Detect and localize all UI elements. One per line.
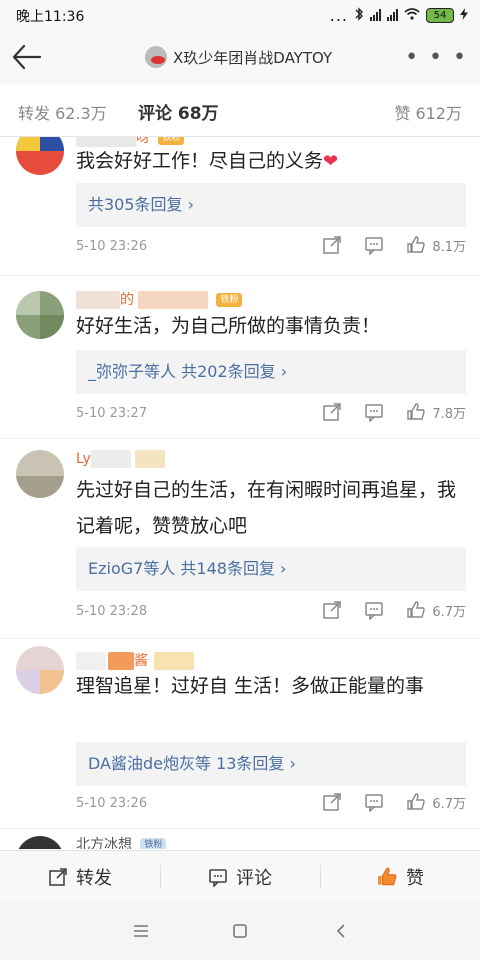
comment-item: 北方冰想 铁粉 bbox=[0, 828, 480, 849]
fan-badge: 铁粉 bbox=[140, 838, 167, 849]
username[interactable]: 的 铁粉 bbox=[76, 289, 243, 309]
timestamp: 5-10 23:27 bbox=[76, 406, 148, 421]
comment-button[interactable]: 评论 bbox=[160, 851, 320, 903]
avatar[interactable] bbox=[16, 291, 64, 339]
like-count: 7.8万 bbox=[432, 406, 466, 422]
comment-list: 呀 铁粉 我会好好工作！尽自己的义务❤ 共305条回复 › 5-10 23:26… bbox=[0, 137, 480, 849]
tab-like[interactable]: 赞 612万 bbox=[394, 100, 462, 124]
system-nav-bar bbox=[0, 902, 480, 960]
status-time: 晚上11:36 bbox=[16, 9, 85, 25]
comment-icon[interactable] bbox=[364, 402, 384, 423]
header-bar: X玖少年团肖战DAYTOY • • • bbox=[0, 30, 480, 84]
repost-button[interactable]: 转发 bbox=[0, 851, 160, 903]
home-icon[interactable] bbox=[227, 918, 253, 944]
timestamp: 5-10 23:26 bbox=[76, 796, 148, 811]
page-title: X玖少年团肖战DAYTOY bbox=[173, 48, 333, 67]
share-icon[interactable] bbox=[322, 792, 342, 812]
comment-actions: 7.8万 bbox=[322, 402, 466, 423]
avatar[interactable] bbox=[16, 646, 64, 694]
reply-summary[interactable]: EzioG7等人 共148条回复 › bbox=[76, 547, 466, 591]
comment-actions: 6.7万 bbox=[322, 792, 466, 813]
header-title-group[interactable]: X玖少年团肖战DAYTOY bbox=[145, 44, 332, 70]
battery-icon: 54 bbox=[426, 7, 454, 23]
thumbs-up-icon bbox=[378, 867, 397, 886]
avatar[interactable] bbox=[16, 836, 64, 849]
wifi-icon bbox=[404, 7, 420, 23]
signal-icon-2 bbox=[387, 9, 398, 21]
comment-item: 的 铁粉 好好生活，为自己所做的事情负责！ _弥弥子等人 共202条回复 › 5… bbox=[0, 275, 480, 439]
comment-text: 我会好好工作！尽自己的义务❤ bbox=[76, 150, 339, 172]
like-count: 6.7万 bbox=[432, 604, 466, 620]
like-label: 赞 bbox=[406, 868, 424, 889]
like-button[interactable]: 赞 bbox=[320, 851, 480, 903]
reply-summary[interactable]: 共305条回复 › bbox=[76, 183, 466, 227]
tab-repost[interactable]: 转发 62.3万 bbox=[18, 100, 107, 124]
back-arrow-icon[interactable] bbox=[10, 42, 42, 72]
comment-label: 评论 bbox=[236, 868, 272, 889]
avatar[interactable] bbox=[16, 450, 64, 498]
like-button[interactable]: 7.8万 bbox=[406, 402, 466, 422]
more-options-icon[interactable]: • • • bbox=[405, 47, 468, 69]
like-button[interactable]: 6.7万 bbox=[406, 600, 466, 620]
bluetooth-icon bbox=[354, 6, 364, 24]
comment-icon[interactable] bbox=[364, 600, 384, 621]
more-dots-icon: ... bbox=[329, 5, 348, 25]
reply-summary[interactable]: _弥弥子等人 共202条回复 › bbox=[76, 350, 466, 394]
stats-tabs: 转发 62.3万 评论 68万 赞 612万 bbox=[0, 84, 480, 137]
comment-icon[interactable] bbox=[364, 235, 384, 256]
timestamp: 5-10 23:26 bbox=[76, 239, 148, 254]
comment-actions: 8.1万 bbox=[322, 235, 466, 256]
charging-icon bbox=[460, 7, 468, 23]
status-icons: ... 54 bbox=[330, 4, 468, 26]
comment-text: 先过好自己的生活，在有闲暇时间再追星，我记着呢，赞赞放心吧 bbox=[76, 479, 457, 537]
signal-icon bbox=[370, 9, 381, 21]
like-button[interactable]: 8.1万 bbox=[406, 235, 466, 255]
comment-item: 呀 铁粉 我会好好工作！尽自己的义务❤ 共305条回复 › 5-10 23:26… bbox=[0, 137, 480, 276]
heart-emoji-icon: ❤ bbox=[323, 151, 339, 172]
comment-icon bbox=[209, 869, 227, 887]
share-icon[interactable] bbox=[322, 402, 342, 422]
username[interactable]: 酱 bbox=[76, 650, 194, 670]
share-icon[interactable] bbox=[322, 235, 342, 255]
repost-label: 转发 bbox=[76, 868, 112, 889]
back-nav-icon[interactable] bbox=[328, 918, 354, 944]
bottom-toolbar: 转发 评论 赞 bbox=[0, 850, 480, 903]
like-count: 6.7万 bbox=[432, 796, 466, 812]
author-avatar bbox=[145, 46, 167, 68]
avatar[interactable] bbox=[16, 137, 64, 175]
reply-summary[interactable]: DA酱油de炮灰等 13条回复 › bbox=[76, 742, 466, 786]
comment-item: 酱 理智追星！过好自 生活！多做正能量的事 DA酱油de炮灰等 13条回复 › … bbox=[0, 638, 480, 829]
like-count: 8.1万 bbox=[432, 239, 466, 255]
comment-icon[interactable] bbox=[364, 792, 384, 813]
comment-text: 理智追星！过好自 生活！多做正能量的事 bbox=[76, 675, 425, 697]
comment-item: Ly 先过好自己的生活，在有闲暇时间再追星，我记着呢，赞赞放心吧 EzioG7等… bbox=[0, 438, 480, 639]
comment-actions: 6.7万 bbox=[322, 600, 466, 621]
username[interactable]: Ly bbox=[76, 450, 165, 468]
comment-text: 好好生活，为自己所做的事情负责！ bbox=[76, 315, 381, 337]
repost-icon bbox=[49, 868, 67, 886]
share-icon[interactable] bbox=[322, 600, 342, 620]
timestamp: 5-10 23:28 bbox=[76, 604, 148, 619]
fan-badge: 铁粉 bbox=[216, 293, 243, 307]
like-button[interactable]: 6.7万 bbox=[406, 792, 466, 812]
menu-icon[interactable] bbox=[128, 918, 154, 944]
tab-comment[interactable]: 评论 68万 bbox=[138, 99, 219, 124]
username[interactable]: 北方冰想 铁粉 bbox=[76, 834, 167, 849]
status-bar: 晚上11:36 ... 54 bbox=[0, 0, 480, 30]
